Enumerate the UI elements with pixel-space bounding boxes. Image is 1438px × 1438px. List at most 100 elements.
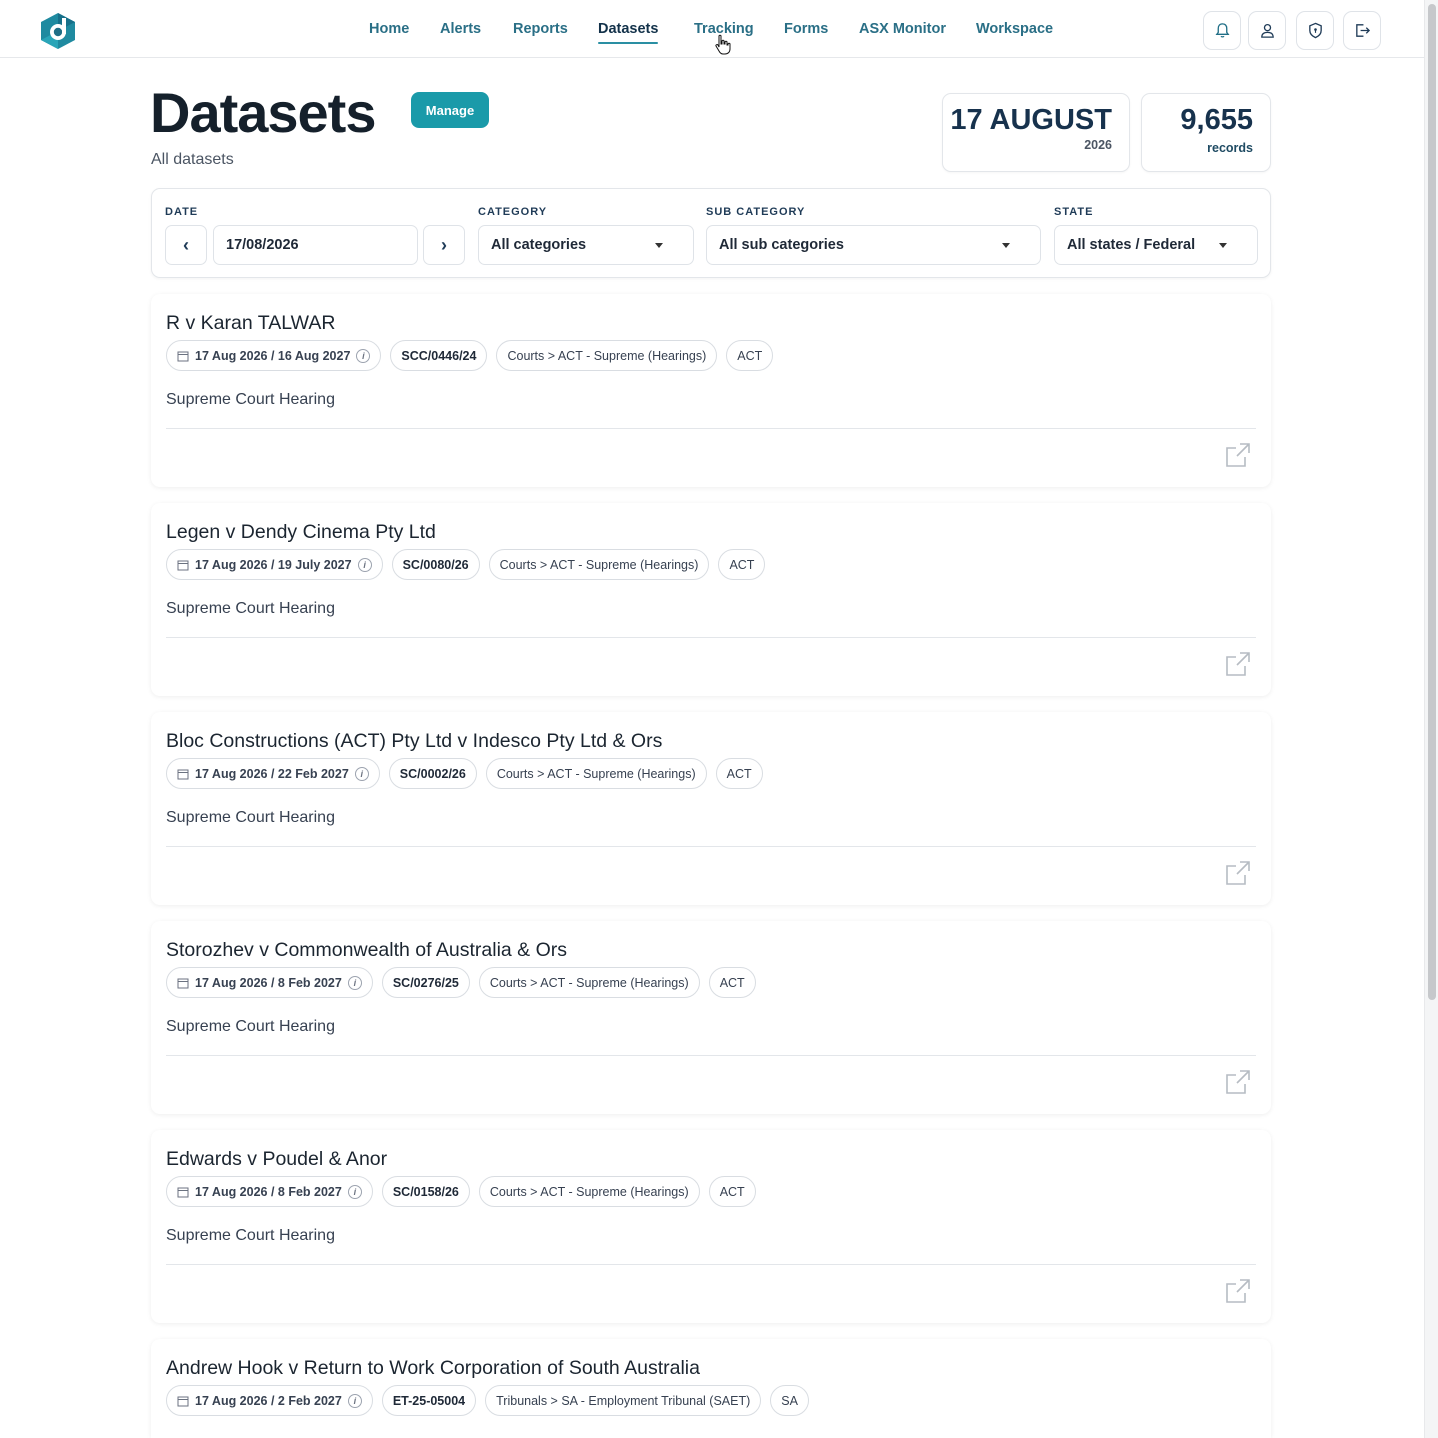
page-scrollbar[interactable] (1424, 0, 1438, 1438)
info-icon[interactable]: i (347, 975, 362, 990)
info-icon[interactable]: i (354, 766, 369, 781)
sub-category-filter-label: SUB CATEGORY (706, 206, 806, 218)
record-date-tag: 17 Aug 2026 / 8 Feb 2027 i (166, 967, 373, 998)
security-button[interactable] (1296, 11, 1334, 50)
scrollbar-thumb[interactable] (1428, 4, 1436, 1000)
caret-down-icon (1002, 243, 1010, 248)
record-date-tag: 17 Aug 2026 / 19 July 2027 i (166, 549, 383, 580)
hand-pointer-cursor-icon (715, 34, 731, 55)
manage-button[interactable]: Manage (411, 92, 489, 128)
calendar-icon (177, 351, 189, 361)
record-description: Supreme Court Hearing (166, 600, 335, 617)
record-title[interactable]: Storozhev v Commonwealth of Australia & … (166, 939, 567, 962)
calendar-icon (177, 769, 189, 779)
record-date-tag: 17 Aug 2026 / 16 Aug 2027 i (166, 340, 382, 371)
state-select[interactable]: All states / Federal (1054, 225, 1258, 265)
record-date-tag: 17 Aug 2026 / 8 Feb 2027 i (166, 1176, 373, 1207)
record-state-tag: ACT (708, 1176, 756, 1207)
record-reference-tag: SC/0158/26 (381, 1176, 470, 1207)
record-card[interactable]: Edwards v Poudel & Anor 17 Aug 2026 / 8 … (151, 1130, 1271, 1323)
chevron-right-icon: › (441, 234, 447, 255)
record-state-tag: SA (770, 1385, 809, 1416)
record-count-label: records (1207, 141, 1253, 155)
external-link-icon[interactable] (1223, 858, 1253, 888)
record-state-tag: ACT (708, 967, 756, 998)
record-dates: 17 Aug 2026 / 19 July 2027 (195, 557, 352, 572)
record-card[interactable]: R v Karan TALWAR 17 Aug 2026 / 16 Aug 20… (151, 294, 1271, 487)
date-input-value: 17/08/2026 (226, 237, 299, 253)
record-card[interactable]: Andrew Hook v Return to Work Corporation… (151, 1339, 1271, 1438)
record-category-tag: Courts > ACT - Supreme (Hearings) (485, 758, 707, 789)
record-dates: 17 Aug 2026 / 2 Feb 2027 (195, 1393, 342, 1408)
external-link-icon[interactable] (1223, 1276, 1253, 1306)
record-title[interactable]: Bloc Constructions (ACT) Pty Ltd v Indes… (166, 730, 662, 753)
card-divider (166, 1055, 1256, 1056)
chevron-left-icon: ‹ (183, 234, 189, 255)
caret-down-icon (1219, 243, 1227, 248)
record-category-tag: Courts > ACT - Supreme (Hearings) (496, 340, 718, 371)
record-card[interactable]: Legen v Dendy Cinema Pty Ltd 17 Aug 2026… (151, 503, 1271, 696)
record-category-tag: Courts > ACT - Supreme (Hearings) (478, 1176, 700, 1207)
calendar-icon (177, 978, 189, 988)
nav-datasets[interactable]: Datasets (598, 21, 659, 44)
record-title[interactable]: Andrew Hook v Return to Work Corporation… (166, 1357, 700, 1380)
record-dates: 17 Aug 2026 / 8 Feb 2027 (195, 975, 342, 990)
record-state-tag: ACT (715, 758, 763, 789)
info-icon[interactable]: i (347, 1393, 362, 1408)
record-reference-tag: SCC/0446/24 (390, 340, 488, 371)
record-title[interactable]: Legen v Dendy Cinema Pty Ltd (166, 521, 436, 544)
date-filter-label: DATE (165, 206, 199, 218)
nav-workspace[interactable]: Workspace (976, 21, 1053, 37)
logout-button[interactable] (1343, 11, 1381, 50)
info-icon[interactable]: i (356, 348, 371, 363)
record-reference-tag: ET-25-05004 (381, 1385, 477, 1416)
external-link-icon[interactable] (1223, 440, 1253, 470)
record-title[interactable]: Edwards v Poudel & Anor (166, 1148, 387, 1171)
info-icon[interactable]: i (357, 557, 372, 572)
record-tags: 17 Aug 2026 / 2 Feb 2027 i ET-25-05004 T… (166, 1385, 809, 1416)
previous-date-button[interactable]: ‹ (165, 225, 207, 265)
current-date-card: 17 AUGUST 2026 (942, 93, 1130, 172)
current-date-day-month: 17 AUGUST (950, 104, 1112, 136)
caret-down-icon (655, 243, 663, 248)
record-tags: 17 Aug 2026 / 22 Feb 2027 i SC/0002/26 C… (166, 758, 763, 789)
card-divider (166, 846, 1256, 847)
record-count-card: 9,655 records (1141, 93, 1271, 172)
next-date-button[interactable]: › (423, 225, 465, 265)
profile-button[interactable] (1248, 11, 1286, 50)
external-link-icon[interactable] (1223, 649, 1253, 679)
record-description: Supreme Court Hearing (166, 809, 335, 826)
nav-alerts[interactable]: Alerts (440, 21, 481, 37)
date-input[interactable]: 17/08/2026 (213, 225, 418, 265)
page-title: Datasets (150, 81, 376, 144)
record-count-value: 9,655 (1180, 104, 1253, 136)
record-category-tag: Courts > ACT - Supreme (Hearings) (488, 549, 710, 580)
card-divider (166, 428, 1256, 429)
user-icon (1260, 23, 1274, 38)
record-category-tag: Courts > ACT - Supreme (Hearings) (478, 967, 700, 998)
nav-asx-monitor[interactable]: ASX Monitor (859, 21, 946, 37)
record-card[interactable]: Storozhev v Commonwealth of Australia & … (151, 921, 1271, 1114)
category-filter-label: CATEGORY (478, 206, 548, 218)
shield-icon (1308, 22, 1322, 39)
external-link-icon[interactable] (1223, 1067, 1253, 1097)
filter-panel: DATE ‹ 17/08/2026 › CATEGORY All categor… (151, 188, 1271, 278)
calendar-icon (177, 1396, 189, 1406)
sub-category-select[interactable]: All sub categories (706, 225, 1041, 265)
state-select-value: All states / Federal (1067, 237, 1196, 253)
info-icon[interactable]: i (347, 1184, 362, 1199)
notifications-button[interactable] (1203, 11, 1241, 50)
record-title[interactable]: R v Karan TALWAR (166, 312, 335, 335)
nav-forms[interactable]: Forms (784, 21, 828, 37)
record-tags: 17 Aug 2026 / 8 Feb 2027 i SC/0158/26 Co… (166, 1176, 756, 1207)
nav-home[interactable]: Home (369, 21, 409, 37)
record-dates: 17 Aug 2026 / 8 Feb 2027 (195, 1184, 342, 1199)
card-divider (166, 637, 1256, 638)
record-category-tag: Tribunals > SA - Employment Tribunal (SA… (485, 1385, 762, 1416)
record-card[interactable]: Bloc Constructions (ACT) Pty Ltd v Indes… (151, 712, 1271, 905)
record-description: Supreme Court Hearing (166, 1227, 335, 1244)
category-select[interactable]: All categories (478, 225, 694, 265)
page-subtitle: All datasets (151, 151, 234, 168)
record-date-tag: 17 Aug 2026 / 2 Feb 2027 i (166, 1385, 373, 1416)
nav-reports[interactable]: Reports (513, 21, 568, 37)
